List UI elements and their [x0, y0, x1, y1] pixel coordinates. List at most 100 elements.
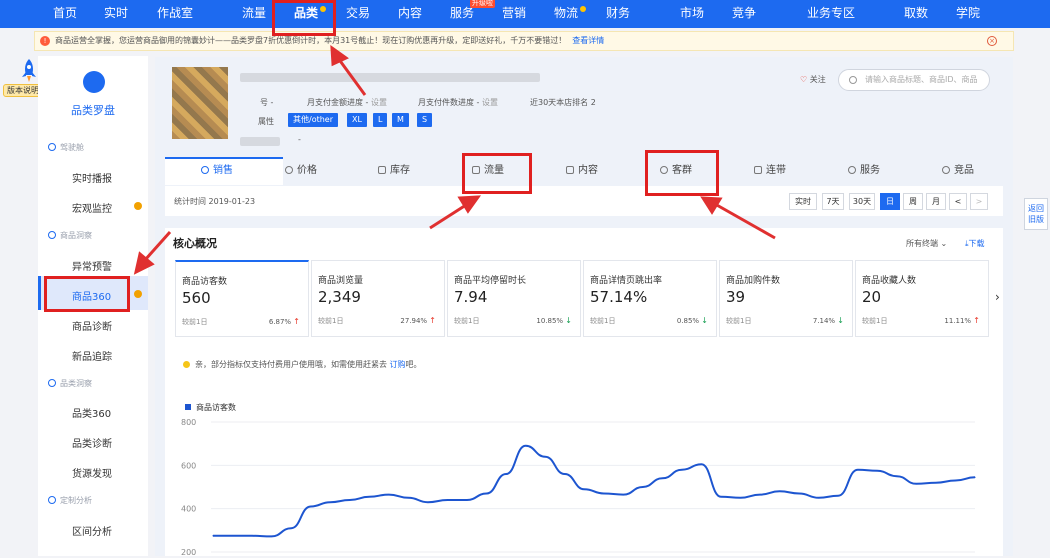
attr-tag-m[interactable]: M — [392, 113, 409, 127]
nav-competition[interactable]: 竞争 — [732, 0, 756, 28]
notice-text: 商品运营全掌握，您运营商品御用的锦囊妙计——品类罗盘7折优惠倒计时，本月31号截… — [55, 36, 567, 45]
tab-traffic[interactable]: 流量 — [472, 156, 504, 186]
search-input[interactable]: 请输入商品标题、商品ID、商品 — [838, 69, 990, 91]
sidebar-item-category-diagnosis[interactable]: 品类诊断 — [72, 435, 112, 450]
data-point — [857, 469, 859, 471]
metric-card[interactable]: 商品平均停留时长 7.94 较前1日 10.85% ↓ — [447, 260, 581, 337]
nav-logistics[interactable]: 物流 — [554, 0, 578, 28]
data-point — [505, 473, 507, 475]
metric-value: 39 — [726, 288, 746, 306]
metric-label: 商品浏览量 — [318, 276, 364, 286]
terminal-filter[interactable]: 所有终端 ⌄ — [906, 238, 947, 249]
data-point — [349, 499, 351, 501]
attr-tag-other[interactable]: 其他/other — [288, 113, 339, 127]
upgrade-badge: 升级啦 — [470, 0, 495, 8]
data-point — [329, 501, 331, 503]
notice-detail-link[interactable]: 查看详情 — [572, 36, 604, 45]
tab-content[interactable]: 内容 — [566, 156, 598, 186]
sidebar-item-anomaly-warning[interactable]: 异常预警 — [72, 258, 112, 273]
sidebar-item-macro-monitor[interactable]: 宏观监控 — [72, 200, 112, 215]
data-point — [876, 470, 878, 472]
data-point — [642, 486, 644, 488]
data-point — [485, 492, 488, 495]
nav-traffic[interactable]: 流量 — [242, 0, 266, 28]
rocket-icon[interactable] — [20, 58, 38, 84]
arrow-up-icon: ↑ — [293, 317, 300, 326]
pieces-progress-set-link[interactable]: 设置 — [482, 98, 498, 107]
download-link[interactable]: ⤓下载 — [965, 238, 985, 249]
range-realtime-button[interactable]: 实时 — [789, 193, 817, 210]
tab-inventory[interactable]: 库存 — [378, 156, 410, 186]
attr-tag-l[interactable]: L — [373, 113, 388, 127]
pay-progress-set-link[interactable]: 设置 — [371, 98, 387, 107]
nav-market[interactable]: 市场 — [680, 0, 704, 28]
tab-competitor[interactable]: 竞品 — [942, 156, 974, 186]
nav-home[interactable]: 首页 — [53, 0, 77, 28]
nav-marketing[interactable]: 营销 — [502, 0, 526, 28]
subscribe-link[interactable]: 订购 — [390, 360, 406, 369]
data-point — [544, 456, 546, 458]
metric-card[interactable]: 商品浏览量 2,349 较前1日 27.94% ↑ — [311, 260, 445, 337]
category-compass-logo-icon — [83, 71, 105, 93]
data-point — [954, 479, 957, 482]
prev-date-button[interactable]: < — [949, 193, 967, 210]
data-point — [603, 492, 605, 495]
metric-change: 7.14% ↓ — [812, 316, 844, 325]
next-date-button[interactable]: > — [970, 193, 988, 210]
range-day-button[interactable]: 日 — [880, 193, 900, 210]
data-point — [700, 463, 703, 465]
tab-price[interactable]: 价格 — [285, 156, 317, 186]
shop-rank: 近30天本店排名 2 — [530, 98, 596, 107]
chevron-right-icon[interactable]: › — [995, 290, 1000, 304]
tab-sales[interactable]: 销售 — [201, 156, 233, 186]
nav-business-zone[interactable]: 业务专区 — [807, 0, 855, 28]
close-icon[interactable]: × — [987, 36, 997, 46]
follow-button[interactable]: ♡ 关注 — [800, 74, 826, 85]
attr-tag-s[interactable]: S — [417, 113, 433, 127]
data-point — [388, 494, 390, 496]
back-to-old-version-button[interactable]: 返回 旧版 — [1024, 198, 1048, 230]
metric-label: 商品平均停留时长 — [454, 276, 527, 286]
metric-value: 7.94 — [454, 288, 488, 306]
nav-trade[interactable]: 交易 — [346, 0, 370, 28]
sidebar-item-product360[interactable]: 商品360 — [72, 288, 111, 303]
compare-icon — [942, 166, 950, 174]
sidebar-item-realtime[interactable]: 实时播报 — [72, 170, 112, 185]
attr-tag-xl[interactable]: XL — [347, 113, 367, 127]
metric-card[interactable]: 商品加购件数 39 较前1日 7.14% ↓ — [719, 260, 853, 337]
data-point — [564, 473, 566, 475]
tab-service[interactable]: 服务 — [848, 156, 880, 186]
heart-icon: ♡ — [800, 75, 808, 84]
nav-content[interactable]: 内容 — [398, 0, 422, 28]
traffic-chart-icon — [472, 166, 480, 174]
version-note-tag[interactable]: 版本说明 — [3, 84, 43, 97]
range-month-button[interactable]: 月 — [926, 193, 946, 210]
data-point — [427, 501, 429, 503]
y-tick-label: 400 — [181, 505, 196, 514]
nav-realtime[interactable]: 实时 — [104, 0, 128, 28]
headset-icon — [848, 166, 856, 174]
nav-data-fetch[interactable]: 取数 — [904, 0, 928, 28]
metric-card[interactable]: 商品访客数 560 较前1日 6.87% ↑ — [175, 260, 309, 337]
sidebar-item-range-analysis[interactable]: 区间分析 — [72, 523, 112, 538]
nav-academy[interactable]: 学院 — [956, 0, 980, 28]
range-30days-button[interactable]: 30天 — [849, 193, 875, 210]
nav-finance[interactable]: 财务 — [606, 0, 630, 28]
metric-card[interactable]: 商品详情页跳出率 57.14% 较前1日 0.85% ↓ — [583, 260, 717, 337]
tab-customer-group[interactable]: 客群 — [660, 156, 692, 186]
sidebar-item-product-diagnosis[interactable]: 商品诊断 — [72, 318, 112, 333]
range-7days-button[interactable]: 7天 — [822, 193, 844, 210]
nav-warroom[interactable]: 作战室 — [157, 0, 193, 28]
data-point — [622, 494, 624, 496]
metric-compare-label: 较前1日 — [590, 317, 616, 325]
tab-linked[interactable]: 连带 — [754, 156, 786, 186]
sidebar-item-source-discovery[interactable]: 货源发现 — [72, 465, 112, 480]
metric-label: 商品收藏人数 — [862, 276, 917, 286]
data-point — [739, 497, 742, 499]
metric-card[interactable]: 商品收藏人数 20 较前1日 11.11% ↑ — [855, 260, 989, 337]
sidebar-item-category360[interactable]: 品类360 — [72, 405, 111, 420]
metric-value: 2,349 — [318, 288, 361, 306]
nav-category[interactable]: 品类 — [294, 0, 318, 28]
sidebar-item-new-product-tracking[interactable]: 新品追踪 — [72, 348, 112, 363]
range-week-button[interactable]: 周 — [903, 193, 923, 210]
